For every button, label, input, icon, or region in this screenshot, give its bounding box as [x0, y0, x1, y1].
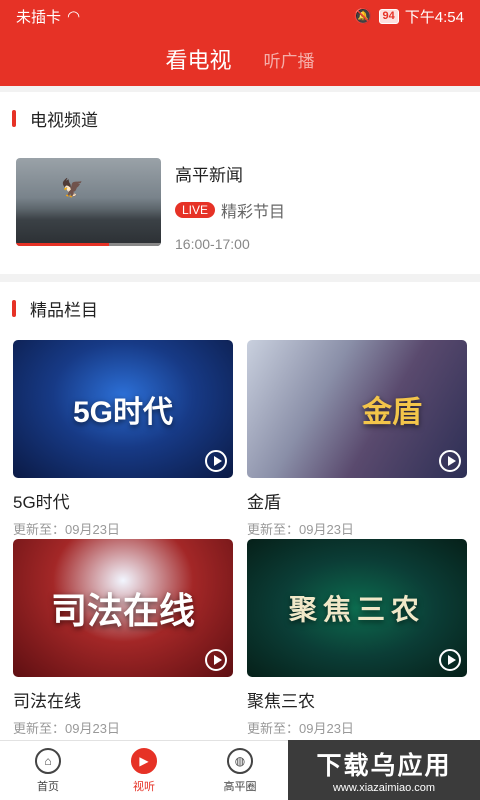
nav-home[interactable]: ⌂ 首页 [0, 741, 96, 800]
play-icon[interactable] [439, 450, 461, 472]
channel-name: 高平新闻 [175, 166, 243, 185]
cover-title: 金盾 [362, 396, 422, 429]
battery-indicator: 94 [378, 8, 399, 24]
section-marker [12, 299, 16, 317]
cover-image[interactable]: 5G时代 [13, 340, 233, 478]
tab-tv[interactable]: 看电视 [165, 43, 231, 75]
cover-image[interactable]: 聚焦三农 [247, 539, 467, 677]
item-title: 5G时代 [13, 493, 70, 512]
program-time: 16:00-17:00 [175, 236, 250, 252]
nav-community[interactable]: ◍ 高平圈 [192, 741, 288, 800]
play-icon[interactable] [205, 450, 227, 472]
tab-radio[interactable]: 听广播 [264, 47, 315, 72]
tv-channel-section: 电视频道 🦅 高平新闻 LIVE 精彩节目 16:00-17:00 [0, 92, 480, 274]
item-date: 更新至：09月23日 [13, 522, 120, 537]
program-name: 精彩节目 [221, 204, 286, 221]
tv-icon: ▶ [131, 747, 157, 774]
cover-title: 5G时代 [72, 396, 174, 429]
section-divider [0, 274, 480, 282]
planet-icon: ◍ [227, 747, 253, 774]
bird-icon: 🦅 [61, 178, 84, 198]
bottom-nav: ⌂ 首页 ▶ 视听 ◍ 高平圈 下载乌应用 www.xiazaimiao.com [0, 740, 480, 800]
featured-grid: 5G时代 5G时代 更新至：09月23日 金盾 金盾 更新至：09月23日 司法… [0, 334, 480, 738]
section-marker [12, 109, 16, 127]
top-tabs: 看电视 听广播 [0, 32, 480, 86]
live-badge: LIVE [175, 202, 216, 218]
play-icon[interactable] [439, 649, 461, 671]
section-header-tv: 电视频道 [0, 92, 480, 144]
cover-title: 司法在线 [50, 590, 195, 631]
channel-thumbnail[interactable]: 🦅 [16, 158, 161, 246]
main-content[interactable]: 电视频道 🦅 高平新闻 LIVE 精彩节目 16:00-17:00 精品栏目 5… [0, 92, 480, 740]
featured-item[interactable]: 聚焦三农 聚焦三农 更新至：09月23日 [247, 539, 467, 738]
cover-image[interactable]: 司法在线 [13, 539, 233, 677]
featured-item[interactable]: 司法在线 司法在线 更新至：09月23日 [13, 539, 233, 738]
clock-text: 下午4:54 [404, 8, 464, 26]
play-icon[interactable] [205, 649, 227, 671]
item-title: 司法在线 [13, 692, 81, 711]
app-header: 未插卡 ◠ 🔕 94 下午4:54 看电视 听广播 [0, 0, 480, 86]
nav-label: 视听 [133, 780, 155, 793]
featured-section: 精品栏目 5G时代 5G时代 更新至：09月23日 金盾 金盾 更新至：09月2… [0, 282, 480, 740]
item-title: 金盾 [247, 493, 281, 512]
item-date: 更新至：09月23日 [247, 522, 354, 537]
nav-label: 首页 [37, 780, 59, 793]
item-title: 聚焦三农 [247, 692, 315, 711]
channel-item[interactable]: 🦅 高平新闻 LIVE 精彩节目 16:00-17:00 [0, 144, 480, 274]
progress-bar [16, 243, 109, 246]
watermark-text: 下载乌应用 [316, 752, 452, 780]
section-title: 电视频道 [30, 110, 98, 130]
featured-item[interactable]: 金盾 金盾 更新至：09月23日 [247, 340, 467, 539]
watermark-url: www.xiazaimiao.com [332, 782, 436, 794]
item-date: 更新至：09月23日 [247, 721, 354, 736]
watermark-logo: 下载乌应用 www.xiazaimiao.com [288, 740, 480, 800]
featured-item[interactable]: 5G时代 5G时代 更新至：09月23日 [13, 340, 233, 539]
home-icon: ⌂ [35, 747, 61, 774]
cover-image[interactable]: 金盾 [247, 340, 467, 478]
item-date: 更新至：09月23日 [13, 721, 120, 736]
section-header-featured: 精品栏目 [0, 282, 480, 334]
cover-title: 聚焦三农 [288, 594, 425, 625]
section-title: 精品栏目 [30, 300, 98, 320]
status-bar: 未插卡 ◠ 🔕 94 下午4:54 [0, 0, 480, 32]
nav-label: 高平圈 [223, 780, 257, 793]
wifi-icon: ◠ [67, 8, 81, 25]
mute-icon: 🔕 [353, 8, 373, 25]
carrier-text: 未插卡 [16, 8, 62, 26]
nav-media[interactable]: ▶ 视听 [96, 741, 192, 800]
